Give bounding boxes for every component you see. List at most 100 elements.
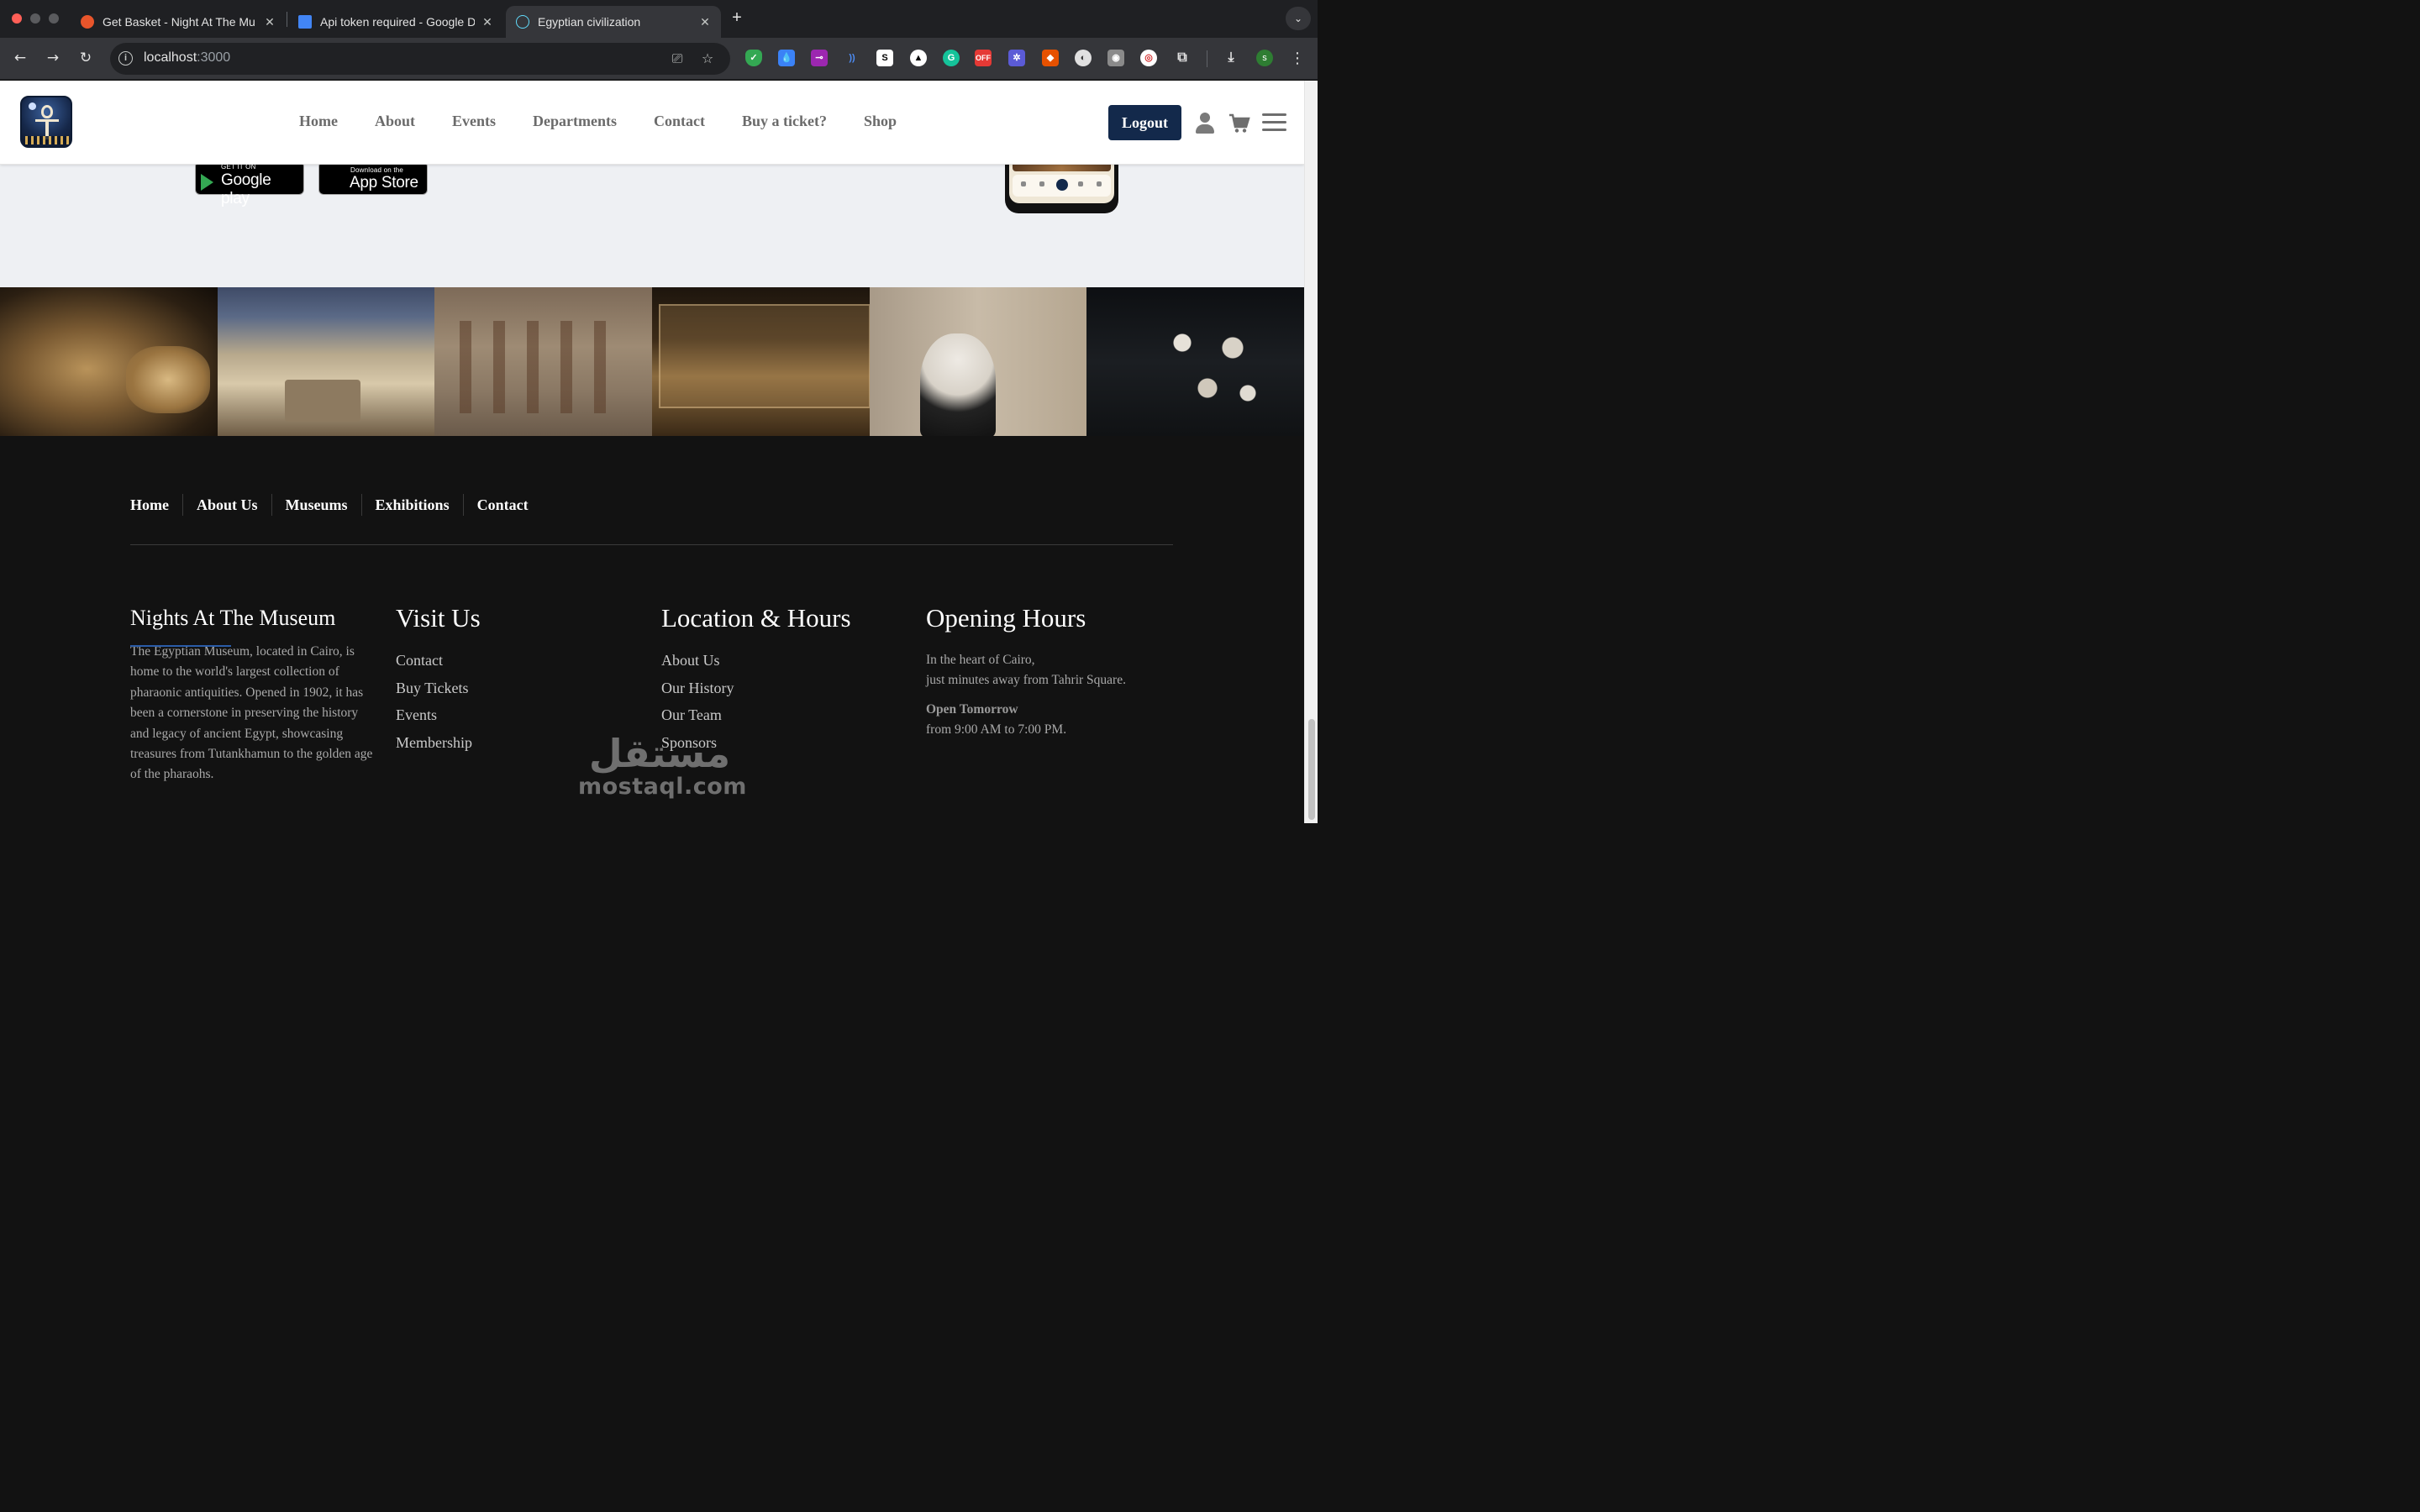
scrollbar-thumb[interactable] <box>1308 719 1315 820</box>
footer-opening-title: Opening Hours <box>926 603 1086 633</box>
nav-shop[interactable]: Shop <box>864 113 897 130</box>
google-docs-icon <box>298 15 312 29</box>
url-port: :3000 <box>197 50 231 65</box>
footer-about-column: Nights At The Museum The Egyptian Museum… <box>130 601 379 785</box>
profile-avatar[interactable]: s <box>1256 50 1273 66</box>
puzzle-extensions-icon[interactable]: ⧉ <box>1174 50 1191 66</box>
footer-about-title: Nights At The Museum <box>130 606 336 630</box>
footer-link-contact[interactable]: Contact <box>462 494 542 516</box>
footer-link-home[interactable]: Home <box>130 494 182 516</box>
gallery-image-tomb-interior[interactable] <box>217 287 435 436</box>
gallery-image-mummy[interactable] <box>0 287 218 436</box>
footer-visit-title: Visit Us <box>396 603 481 633</box>
reload-icon[interactable]: ↻ <box>76 48 96 68</box>
footer-link-museums[interactable]: Museums <box>271 494 361 516</box>
site-info-icon[interactable]: i <box>118 51 133 66</box>
shopping-cart-icon[interactable] <box>1228 113 1250 134</box>
gallery-image-mummy-case[interactable] <box>652 287 870 436</box>
bookmark-star-icon[interactable]: ☆ <box>698 50 717 68</box>
grammarly-icon[interactable]: G <box>943 50 960 66</box>
browser-toolbar: ← → ↻ i localhost:3000 ⎚ ☆ ✓ 💧 ⊸ )) S ▲ … <box>0 38 1318 80</box>
apple-icon <box>328 169 345 189</box>
gallery-image-busts[interactable] <box>1086 287 1304 436</box>
google-play-badge[interactable]: GET IT ON Google play <box>195 161 304 207</box>
footer-opening-line2: just minutes away from Tahrir Square. <box>926 673 1126 688</box>
nav-about[interactable]: About <box>375 113 415 130</box>
nav-buy-ticket[interactable]: Buy a ticket? <box>742 113 827 130</box>
footer-opening-line1: In the heart of Cairo, <box>926 653 1035 667</box>
footer-opening-hours: from 9:00 AM to 7:00 PM. <box>926 722 1067 738</box>
shield-extension-icon[interactable]: ✓ <box>745 50 762 66</box>
footer-visit-contact[interactable]: Contact <box>396 647 481 675</box>
close-tab-icon[interactable]: ✕ <box>480 15 495 29</box>
nav-contact[interactable]: Contact <box>654 113 705 130</box>
download-icon[interactable]: ⤓ <box>1223 50 1239 66</box>
page-scrollbar[interactable] <box>1304 81 1318 823</box>
mostaql-watermark: مستقل mostaql.com <box>578 731 747 800</box>
close-window-button[interactable] <box>12 13 22 24</box>
app-store-big-text: App Store <box>350 174 418 192</box>
logout-button[interactable]: Logout <box>1108 105 1181 140</box>
footer-visit-events[interactable]: Events <box>396 701 481 729</box>
close-tab-icon[interactable]: ✕ <box>697 15 713 29</box>
app-store-small-text: Download on the <box>350 166 404 174</box>
react-logo-icon <box>516 15 529 29</box>
forward-arrow-icon[interactable]: → <box>43 48 63 68</box>
footer-about-text: The Egyptian Museum, located in Cairo, i… <box>130 644 373 782</box>
fox-extension-icon[interactable]: ◆ <box>1042 50 1059 66</box>
nav-events[interactable]: Events <box>452 113 496 130</box>
circle-extension-icon[interactable]: ◎ <box>1140 50 1157 66</box>
nav-home[interactable]: Home <box>299 113 338 130</box>
footer-visit-buy-tickets[interactable]: Buy Tickets <box>396 675 481 702</box>
app-promo-section: GET IT ON Google play Download on the Ap… <box>0 156 1304 362</box>
purple-extension-icon[interactable]: ⊸ <box>811 50 828 66</box>
title-underline <box>130 645 231 647</box>
user-icon[interactable] <box>1196 113 1214 134</box>
back-arrow-icon[interactable]: ← <box>10 48 30 68</box>
address-bar[interactable]: i localhost:3000 ⎚ ☆ <box>110 43 730 75</box>
off-badge-extension-icon[interactable]: OFF <box>975 50 992 66</box>
gallery-image-visitor[interactable] <box>869 287 1087 436</box>
app-store-badge[interactable]: Download on the App Store <box>318 161 428 195</box>
main-nav: Home About Events Departments Contact Bu… <box>299 113 897 130</box>
gallery-image-relief-carving[interactable] <box>434 287 653 436</box>
browser-tab-get-basket[interactable]: Get Basket - Night At The Mu ✕ <box>71 6 286 38</box>
site-header: Home About Events Departments Contact Bu… <box>0 81 1304 165</box>
browser-menu-icon[interactable]: ⋮ <box>1289 49 1306 69</box>
new-tab-plus-icon[interactable]: + <box>728 8 746 29</box>
s-extension-icon[interactable]: S <box>876 50 893 66</box>
tab-title: Get Basket - Night At The Mu <box>103 15 255 29</box>
browser-tab-api-token[interactable]: Api token required - Google D ✕ <box>288 6 503 38</box>
browser-tab-egyptian-civilization[interactable]: Egyptian civilization ✕ <box>506 6 721 38</box>
install-app-icon[interactable]: ⎚ <box>668 50 687 68</box>
delta-extension-icon[interactable]: ▲ <box>910 50 927 66</box>
footer-visit-membership[interactable]: Membership <box>396 729 481 757</box>
hamburger-menu-icon[interactable] <box>1262 113 1286 132</box>
footer-location-our-team[interactable]: Our Team <box>661 701 851 729</box>
image-gallery <box>0 287 1304 436</box>
minimize-window-button[interactable] <box>30 13 40 24</box>
footer-location-about-us[interactable]: About Us <box>661 647 851 675</box>
footer-link-about-us[interactable]: About Us <box>182 494 271 516</box>
nav-departments[interactable]: Departments <box>533 113 617 130</box>
basket-logo-icon <box>81 15 94 29</box>
tab-title: Api token required - Google D <box>320 15 475 29</box>
footer-nav: Home About Us Museums Exhibitions Contac… <box>130 494 542 516</box>
museum-ankh-logo[interactable] <box>20 96 72 148</box>
sphere-extension-icon[interactable]: ◐ <box>1075 50 1092 66</box>
footer-opening-column: Opening Hours In the heart of Cairo, jus… <box>926 601 1126 741</box>
footer-link-exhibitions[interactable]: Exhibitions <box>360 494 463 516</box>
maximize-window-button[interactable] <box>49 13 59 24</box>
droplet-extension-icon[interactable]: 💧 <box>778 50 795 66</box>
browser-tab-bar: Get Basket - Night At The Mu ✕ Api token… <box>0 0 1318 38</box>
watermark-latin: mostaql.com <box>578 774 747 800</box>
wave-extension-icon[interactable]: )) <box>844 50 860 66</box>
tab-search-chevron-icon[interactable]: ⌄ <box>1286 7 1311 30</box>
watermark-arabic: مستقل <box>588 731 731 776</box>
camera-extension-icon[interactable]: ◉ <box>1107 50 1124 66</box>
google-play-icon <box>201 174 213 191</box>
footer-location-our-history[interactable]: Our History <box>661 675 851 702</box>
url-text[interactable]: localhost:3000 <box>144 50 230 66</box>
gear-extension-icon[interactable]: ✲ <box>1008 50 1025 66</box>
close-tab-icon[interactable]: ✕ <box>262 15 277 29</box>
